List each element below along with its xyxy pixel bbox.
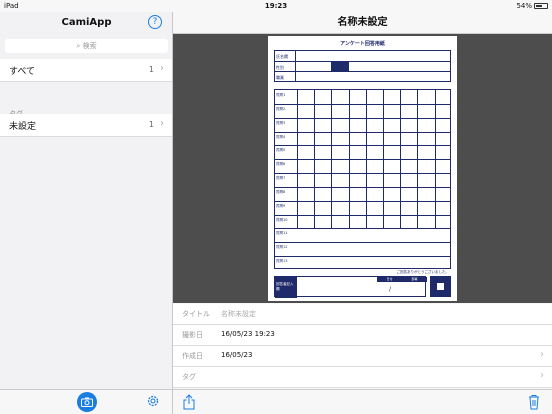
tag-field[interactable]: タグ › bbox=[173, 367, 552, 388]
trash-icon[interactable] bbox=[528, 394, 540, 410]
question-label: 質問2 bbox=[276, 106, 286, 111]
sidebar-toolbar bbox=[0, 389, 172, 414]
chevron-right-icon: › bbox=[540, 349, 544, 360]
footer-col: 日付 bbox=[377, 277, 402, 282]
shot-date-field: 撮影日 16/05/23 19:23 bbox=[173, 325, 552, 346]
sidebar-item-label: すべて bbox=[9, 67, 36, 77]
clock: 19:23 bbox=[264, 2, 288, 10]
question-label: 質問9 bbox=[276, 203, 286, 208]
question-label: 質問3 bbox=[276, 120, 286, 125]
field-key: 作成日 bbox=[182, 352, 203, 360]
page-title: 名称未設定 bbox=[173, 12, 552, 34]
document-note: ご回答ありがとうございました。 bbox=[396, 270, 450, 274]
field-value: 16/05/23 bbox=[221, 351, 253, 359]
status-bar: iPad 19:23 54% bbox=[0, 0, 552, 12]
question-grid: 質問1 質問2 質問3 質問4 質問5 質問6 質問7 質問8 質問9 質問10 質問11 質問12 質… bbox=[274, 89, 451, 269]
field-value: 16/05/23 19:23 bbox=[221, 330, 275, 338]
document-heading: アンケート回答用紙 bbox=[340, 41, 385, 47]
question-label: 質問5 bbox=[276, 148, 286, 153]
corner-mark bbox=[430, 276, 451, 297]
sidebar-header: CamiApp ? bbox=[0, 12, 172, 34]
question-label: 質問8 bbox=[276, 189, 286, 194]
sidebar-item-label: 未設定 bbox=[9, 122, 37, 132]
search-placeholder: 検索 bbox=[82, 42, 97, 50]
sidebar: CamiApp ? ⌕ 検索 すべて 1 › タグ 未設定 1 › bbox=[0, 12, 173, 414]
sidebar-item-count: 1 bbox=[148, 65, 154, 74]
question-label: 質問10 bbox=[276, 217, 288, 222]
camera-icon bbox=[81, 397, 93, 407]
document-info-table: 氏名欄 性別 職業 bbox=[274, 50, 451, 82]
document-footer: 回答者記入欄 日付 部署 / bbox=[274, 276, 427, 298]
main-toolbar bbox=[173, 389, 552, 414]
created-date-field[interactable]: 作成日 16/05/23 › bbox=[173, 346, 552, 367]
chevron-right-icon: › bbox=[160, 118, 164, 129]
battery-percent: 54% bbox=[516, 2, 532, 10]
question-label: 質問11 bbox=[276, 231, 288, 236]
chevron-right-icon: › bbox=[540, 370, 544, 381]
title-input[interactable]: 名称未設定 bbox=[221, 309, 256, 319]
question-label: 質問12 bbox=[276, 245, 288, 250]
title-field[interactable]: タイトル 名称未設定 bbox=[173, 304, 552, 325]
question-label: 質問4 bbox=[276, 134, 286, 139]
gear-icon[interactable] bbox=[146, 394, 160, 408]
footer-col: 部署 bbox=[402, 277, 427, 282]
sidebar-item-unset[interactable]: 未設定 1 › bbox=[0, 114, 172, 137]
battery-icon bbox=[534, 3, 548, 9]
field-key: 撮影日 bbox=[182, 331, 203, 339]
share-icon[interactable] bbox=[183, 394, 195, 410]
camera-button[interactable] bbox=[77, 392, 97, 412]
sidebar-item-all[interactable]: すべて 1 › bbox=[0, 59, 172, 82]
footer-label: 回答者記入欄 bbox=[275, 277, 297, 298]
main-panel: 名称未設定 アンケート回答用紙 氏名欄 性別 職業 質問1 質問2 質問3 質問4 質問… bbox=[173, 12, 552, 414]
document-label: 氏名欄 bbox=[276, 54, 288, 59]
chevron-right-icon: › bbox=[160, 63, 164, 74]
battery-status: 54% bbox=[516, 2, 548, 10]
field-key: タイトル bbox=[182, 310, 210, 318]
question-label: 質問1 bbox=[276, 93, 286, 97]
question-label: 質問13 bbox=[276, 259, 288, 264]
document-label: 職業 bbox=[276, 75, 284, 80]
question-label: 質問7 bbox=[276, 176, 286, 181]
help-icon[interactable]: ? bbox=[148, 15, 162, 29]
search-field[interactable]: ⌕ 検索 bbox=[5, 39, 168, 53]
document-preview[interactable]: アンケート回答用紙 氏名欄 性別 職業 質問1 質問2 質問3 質問4 質問5 質問6 質問… bbox=[173, 34, 552, 303]
question-label: 質問6 bbox=[276, 162, 286, 167]
document-page: アンケート回答用紙 氏名欄 性別 職業 質問1 質問2 質問3 質問4 質問5 質問6 質問… bbox=[268, 36, 457, 301]
sidebar-item-count: 1 bbox=[148, 120, 154, 129]
field-key: タグ bbox=[182, 373, 196, 381]
